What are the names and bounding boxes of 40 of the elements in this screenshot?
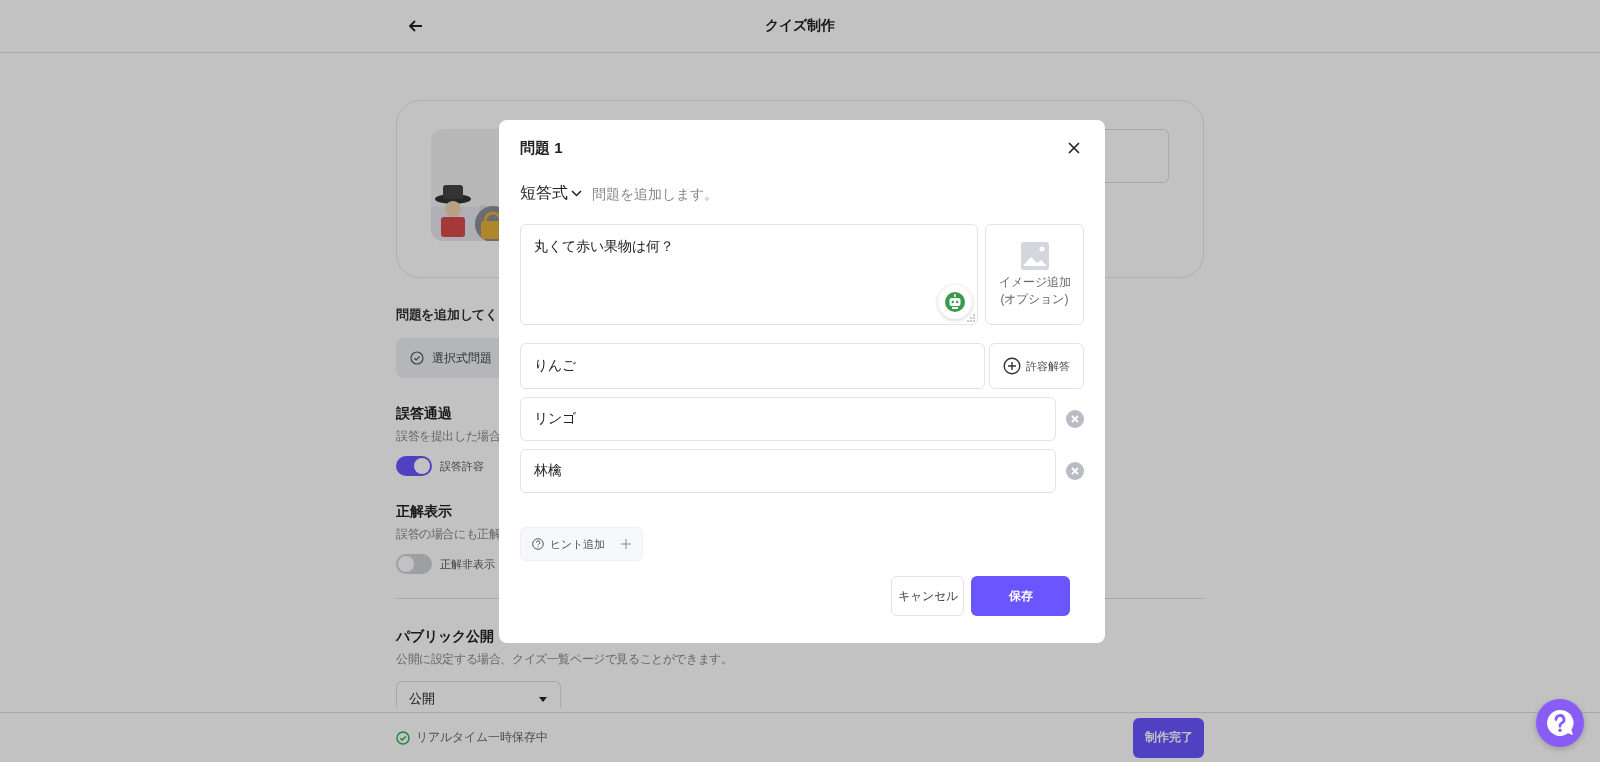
remove-icon[interactable] xyxy=(1066,462,1084,480)
toggle-switch[interactable] xyxy=(396,456,432,476)
section-heading: 問題を追加してく xyxy=(396,306,498,324)
dropdown-caret-icon xyxy=(538,697,548,703)
cancel-button[interactable]: キャンセル xyxy=(891,576,964,616)
setting-title: 誤答通過 xyxy=(396,405,452,423)
close-icon[interactable] xyxy=(1066,140,1082,156)
visibility-select[interactable]: 公開 xyxy=(396,681,561,708)
add-hint-button[interactable]: ヒント追加 xyxy=(520,527,643,561)
answer-field[interactable]: りんご xyxy=(520,343,985,389)
page-title: クイズ制作 xyxy=(765,17,835,33)
allowed-answer-field[interactable]: リンゴ xyxy=(520,397,1056,441)
robot-icon xyxy=(944,291,966,313)
setting-description: 公開に設定する場合、クイズ一覧ページで見ることができます。 xyxy=(396,652,733,667)
setting-title: パブリック公開 xyxy=(396,628,494,646)
image-icon xyxy=(1019,241,1050,272)
toggle-label: 正解非表示 xyxy=(440,556,495,572)
question-circle-icon xyxy=(532,538,544,550)
add-image-button[interactable]: イメージ追加 (オプション) xyxy=(985,224,1084,325)
toggle-switch[interactable] xyxy=(396,554,432,574)
help-bubble-icon xyxy=(1545,708,1575,738)
toggle-label: 誤答許容 xyxy=(440,458,484,474)
dialog-title: 問題 1 xyxy=(520,138,563,158)
add-allowed-answer-button[interactable]: 許容解答 xyxy=(989,343,1084,389)
plus-icon xyxy=(621,539,631,549)
save-button[interactable]: 保存 xyxy=(971,576,1070,616)
check-circle-icon xyxy=(396,730,410,745)
resize-grip-icon[interactable] xyxy=(967,314,975,322)
plus-circle-icon xyxy=(1003,357,1021,375)
help-chat-button[interactable] xyxy=(1536,699,1584,747)
allowed-answer-field[interactable]: 林檎 xyxy=(520,449,1056,493)
check-circle-icon xyxy=(410,351,424,365)
question-text-field[interactable]: 丸くて赤い果物は何？ xyxy=(520,224,978,325)
setting-description: 誤答を提出した場合 xyxy=(396,429,501,444)
remove-icon[interactable] xyxy=(1066,410,1084,428)
setting-title: 正解表示 xyxy=(396,503,452,521)
save-status: リアルタイム一時保存中 xyxy=(416,729,548,746)
question-type-dropdown[interactable]: 短答式 xyxy=(520,183,582,204)
finish-button[interactable]: 制作完了 xyxy=(1133,717,1204,758)
chevron-down-icon xyxy=(571,190,582,197)
